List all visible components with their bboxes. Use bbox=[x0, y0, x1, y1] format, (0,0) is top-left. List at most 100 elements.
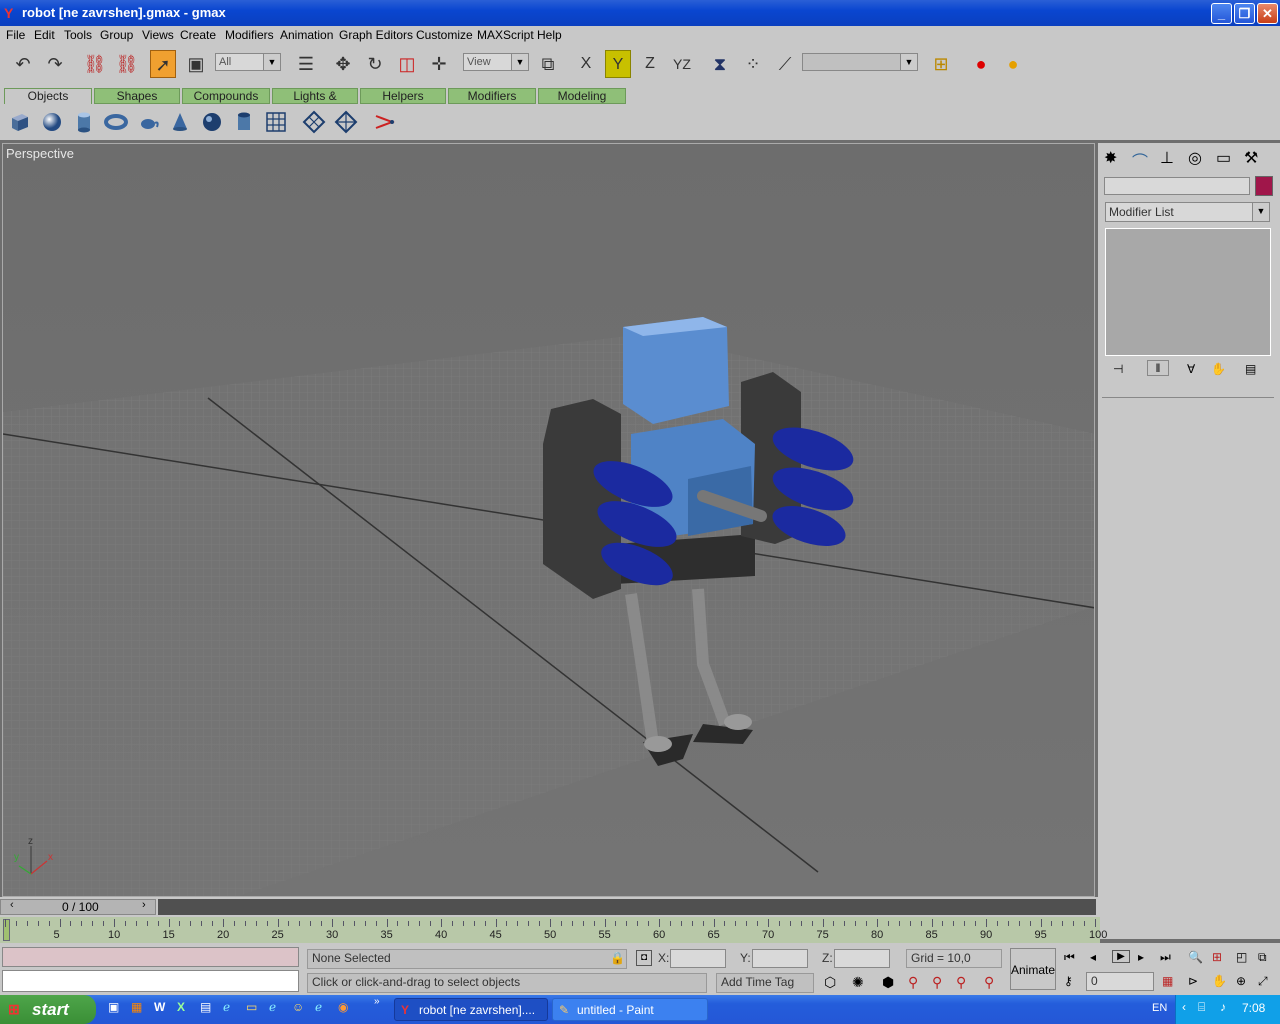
taskbar-item-gmax[interactable]: Y robot [ne zavrshen].... bbox=[394, 998, 548, 1021]
go-to-start-icon[interactable]: ⏮ bbox=[1064, 950, 1075, 965]
lock-selection-icon[interactable]: 🔒 bbox=[610, 951, 625, 965]
gmax-app-icon[interactable]: Y bbox=[4, 5, 13, 21]
degradation-override-icon[interactable]: ⬡ bbox=[824, 974, 836, 991]
menu-maxscript[interactable]: MAXScript bbox=[477, 28, 534, 42]
axis-x-button[interactable]: X bbox=[573, 50, 599, 78]
tab-helpers[interactable]: Helpers bbox=[360, 88, 446, 104]
menu-help[interactable]: Help bbox=[537, 28, 562, 42]
menu-modifiers[interactable]: Modifiers bbox=[225, 28, 274, 42]
configure-modifier-sets-icon[interactable]: ▤ bbox=[1245, 362, 1256, 376]
angle-snap-icon[interactable]: ⚲ bbox=[932, 974, 942, 991]
menu-animation[interactable]: Animation bbox=[280, 28, 333, 42]
object-name-field[interactable] bbox=[1104, 177, 1250, 195]
modifier-stack[interactable] bbox=[1105, 228, 1271, 356]
minimize-icon[interactable]: _ bbox=[1211, 3, 1232, 24]
notepad-icon[interactable]: ▤ bbox=[200, 1000, 211, 1014]
zoom-all-icon[interactable]: ⊞ bbox=[1212, 950, 1222, 964]
nurbs-grid-icon[interactable] bbox=[334, 110, 358, 134]
tab-objects[interactable]: Objects bbox=[4, 88, 92, 104]
align-icon[interactable]: ⟋ bbox=[772, 50, 798, 78]
y-coordinate-field[interactable] bbox=[752, 949, 808, 968]
folder-icon[interactable]: ▭ bbox=[246, 1000, 257, 1014]
quick-render-icon[interactable]: ● bbox=[1000, 50, 1026, 78]
time-slider-right-icon[interactable]: › bbox=[142, 899, 146, 911]
tab-modifiers[interactable]: Modifiers bbox=[448, 88, 536, 104]
network-icon[interactable]: ⌸ bbox=[1198, 1000, 1205, 1015]
create-panel-icon[interactable]: ✸ bbox=[1104, 148, 1117, 168]
layer-icon[interactable]: ⊞ bbox=[928, 50, 954, 78]
redo-icon[interactable]: ↷ bbox=[42, 50, 68, 78]
cone-icon[interactable] bbox=[168, 110, 192, 134]
motion-panel-icon[interactable]: ◎ bbox=[1188, 148, 1202, 168]
tab-lights-cameras[interactable]: Lights & Cameras bbox=[272, 88, 358, 117]
tab-modeling[interactable]: Modeling bbox=[538, 88, 626, 104]
messenger-icon[interactable]: ☺ bbox=[292, 1000, 304, 1014]
spinner-snap-icon[interactable]: ⚲ bbox=[984, 974, 994, 991]
track-ruler[interactable]: 5 10 15 20 25 30 35 40 45 50 55 60 65 70 75 80 85 90 95 100 bbox=[0, 917, 1107, 943]
zoom-extents-all-icon[interactable]: ⧉ bbox=[1258, 950, 1267, 965]
show-desktop-icon[interactable]: ▣ bbox=[108, 1000, 119, 1014]
start-button[interactable]: ⊞ start bbox=[0, 995, 96, 1024]
play-icon[interactable]: ▶ bbox=[1112, 950, 1130, 963]
internet-explorer-icon[interactable]: ℯ bbox=[223, 1000, 230, 1014]
bones-icon[interactable] bbox=[372, 110, 396, 134]
teapot-icon[interactable] bbox=[136, 110, 160, 134]
array-icon[interactable]: ⁘ bbox=[740, 50, 766, 78]
field-of-view-icon[interactable]: ⊳ bbox=[1188, 974, 1198, 988]
excel-icon[interactable]: X bbox=[177, 1000, 185, 1014]
utilities-panel-icon[interactable]: ⚒ bbox=[1244, 148, 1258, 168]
pan-icon[interactable]: ✋ bbox=[1212, 974, 1227, 988]
current-frame-field[interactable]: 0 bbox=[1086, 972, 1154, 991]
volume-icon[interactable]: ♪ bbox=[1220, 1000, 1226, 1014]
modifier-list-dropdown[interactable]: Modifier List ▼ bbox=[1105, 202, 1270, 222]
viewport-label[interactable]: Perspective bbox=[6, 146, 74, 161]
menu-create[interactable]: Create bbox=[180, 28, 216, 42]
taskbar-item-paint[interactable]: ✎ untitled - Paint bbox=[552, 998, 708, 1021]
unlink-icon[interactable]: ⛓ bbox=[114, 50, 140, 78]
ql-app-icon[interactable]: ▦ bbox=[131, 1000, 142, 1014]
zoom-extents-icon[interactable]: ◰ bbox=[1236, 950, 1247, 964]
x-coordinate-field[interactable] bbox=[670, 949, 726, 968]
select-object-icon[interactable]: ➚ bbox=[150, 50, 176, 78]
browser-icon[interactable]: ℯ bbox=[315, 1000, 322, 1014]
select-by-name-icon[interactable]: ☰ bbox=[293, 50, 319, 78]
pin-stack-icon[interactable]: ⊣ bbox=[1113, 362, 1123, 376]
snap-3d-icon[interactable]: ⚲ bbox=[908, 974, 918, 991]
named-selection-dropdown[interactable]: ▼ bbox=[802, 53, 918, 71]
tray-expand-icon[interactable]: ‹ bbox=[1182, 1000, 1186, 1014]
firefox-icon[interactable]: ◉ bbox=[338, 1000, 348, 1014]
key-mode-icon[interactable]: ⚷ bbox=[1064, 974, 1073, 988]
min-max-toggle-icon[interactable]: ⤢ bbox=[1258, 974, 1268, 989]
word-icon[interactable]: W bbox=[154, 1000, 165, 1014]
axis-y-button[interactable]: Y bbox=[605, 50, 631, 78]
perspective-viewport[interactable] bbox=[2, 143, 1095, 897]
menu-tools[interactable]: Tools bbox=[64, 28, 92, 42]
plane-grid-icon[interactable] bbox=[264, 110, 288, 134]
render-icon[interactable]: ● bbox=[968, 50, 994, 78]
rotate-icon[interactable]: ↻ bbox=[362, 50, 388, 78]
language-indicator[interactable]: EN bbox=[1152, 1002, 1167, 1014]
menu-file[interactable]: File bbox=[6, 28, 25, 42]
undo-icon[interactable]: ↶ bbox=[10, 50, 36, 78]
crossing-selection-icon[interactable]: ✺ bbox=[852, 974, 864, 991]
transform-gizmo-icon[interactable]: ✛ bbox=[426, 50, 452, 78]
add-time-tag-button[interactable]: Add Time Tag bbox=[716, 973, 814, 993]
remove-modifier-icon[interactable]: ✋ bbox=[1211, 362, 1226, 376]
clock[interactable]: 7:08 bbox=[1242, 1001, 1265, 1015]
box-icon[interactable] bbox=[8, 110, 32, 134]
axis-z-button[interactable]: Z bbox=[637, 50, 663, 78]
tab-shapes[interactable]: Shapes bbox=[94, 88, 180, 104]
axis-yz-button[interactable]: YZ bbox=[669, 50, 695, 78]
mirror-icon[interactable]: ⧗ bbox=[707, 50, 733, 78]
z-coordinate-field[interactable] bbox=[834, 949, 890, 968]
scale-icon[interactable]: ◫ bbox=[394, 50, 420, 78]
menu-customize[interactable]: Customize bbox=[416, 28, 473, 42]
menu-group[interactable]: Group bbox=[100, 28, 133, 42]
torus-icon[interactable] bbox=[104, 110, 128, 134]
quicklaunch-chevron-icon[interactable]: » bbox=[374, 996, 380, 1007]
object-color-swatch[interactable] bbox=[1255, 176, 1273, 196]
pivot-center-icon[interactable]: ⧉ bbox=[535, 50, 561, 78]
previous-frame-icon[interactable]: ◂ bbox=[1090, 950, 1096, 964]
move-icon[interactable]: ✥ bbox=[330, 50, 356, 78]
tab-compounds[interactable]: Compounds bbox=[182, 88, 270, 104]
